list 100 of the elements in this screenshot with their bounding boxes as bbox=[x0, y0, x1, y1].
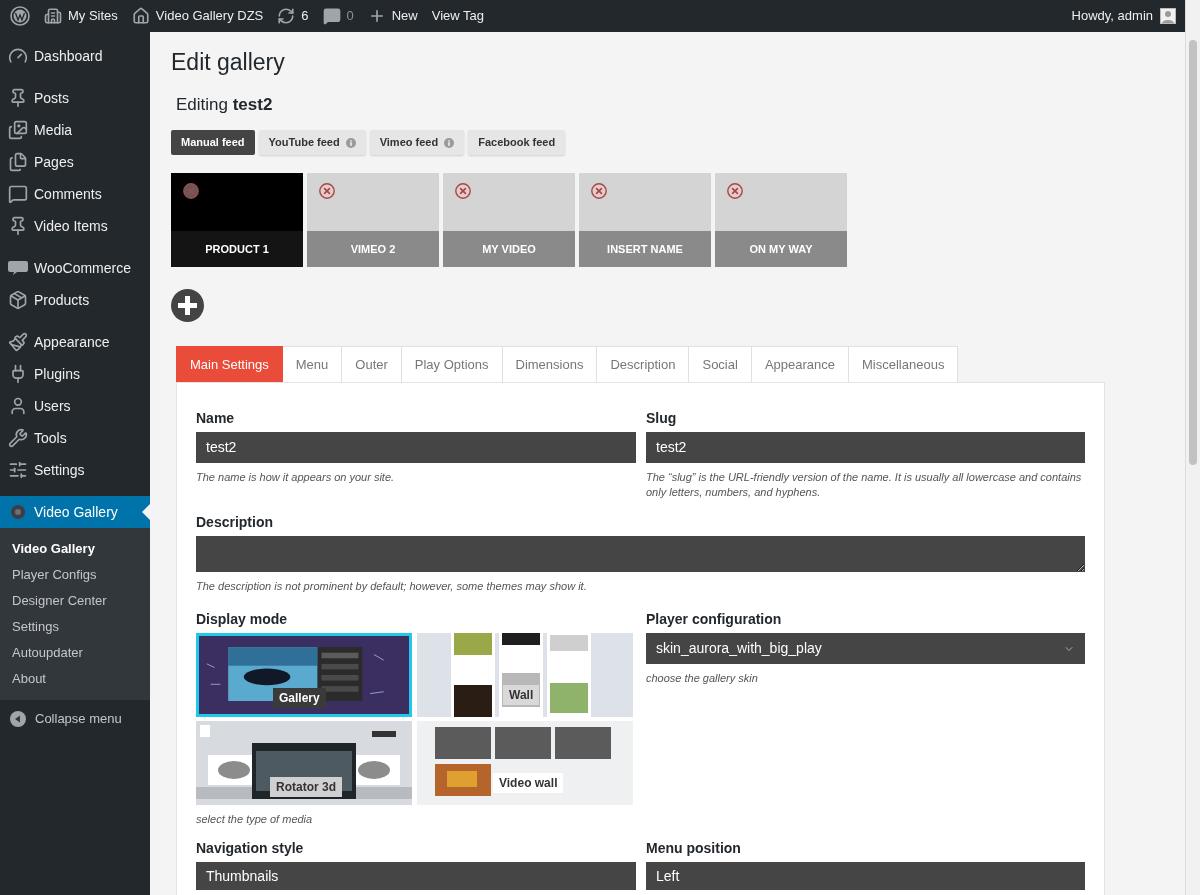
settings-tab[interactable]: Main Settings bbox=[176, 346, 283, 382]
sidebar-item[interactable]: Settings bbox=[0, 454, 150, 486]
delete-icon[interactable] bbox=[319, 183, 335, 199]
settings-tab[interactable]: Miscellaneous bbox=[849, 346, 959, 382]
add-item-button[interactable] bbox=[171, 289, 204, 322]
field-label: Menu position bbox=[646, 839, 742, 857]
feed-button[interactable]: Vimeo feed bbox=[369, 130, 465, 155]
field-hint: The “slug” is the URL-friendly version of the name. It is usually all lowercase and contains only letters, numbers, and hyphens. bbox=[646, 470, 1083, 500]
avatar-icon bbox=[1160, 8, 1176, 24]
settings-tab[interactable]: Outer bbox=[342, 346, 402, 382]
sidebar-item[interactable]: Media bbox=[0, 114, 150, 146]
scrollbar-thumb[interactable] bbox=[1189, 40, 1197, 465]
disc-icon bbox=[11, 505, 25, 519]
feed-button[interactable]: Manual feed bbox=[171, 130, 255, 155]
mode-label: Rotator 3d bbox=[270, 777, 342, 797]
sidebar-item[interactable]: Appearance bbox=[0, 326, 150, 358]
item-title: VIMEO 2 bbox=[307, 231, 439, 267]
speech-bubble-icon bbox=[322, 7, 341, 25]
display-mode-option[interactable]: Wall bbox=[417, 633, 633, 717]
mode-label: Wall bbox=[503, 685, 540, 705]
sliders-icon bbox=[8, 460, 28, 480]
sidebar-item[interactable]: Video Gallery bbox=[0, 496, 150, 528]
item-title: ON MY WAY bbox=[715, 231, 847, 267]
box-icon bbox=[8, 290, 28, 310]
feed-button[interactable]: Facebook feed bbox=[468, 130, 566, 155]
field-label: Name bbox=[196, 409, 236, 427]
display-mode-option[interactable]: Video wall bbox=[417, 721, 633, 805]
submenu-item[interactable]: Video Gallery bbox=[0, 536, 150, 562]
sidebar-item[interactable]: Video Items bbox=[0, 210, 150, 242]
logo-icon[interactable] bbox=[10, 6, 30, 26]
settings-tab[interactable]: Social bbox=[689, 346, 752, 382]
paintbrush-icon bbox=[8, 332, 28, 352]
field-label: Player configuration bbox=[646, 610, 783, 628]
account-link[interactable]: Howdy, admin bbox=[1071, 6, 1176, 26]
item-title: PRODUCT 1 bbox=[171, 231, 303, 267]
speech-bubble-icon bbox=[8, 261, 28, 275]
toolbar-link[interactable]: New bbox=[367, 6, 418, 26]
buildings-icon bbox=[44, 7, 62, 25]
field-label: Description bbox=[196, 513, 274, 531]
mode-label: Gallery bbox=[273, 688, 326, 708]
delete-icon[interactable] bbox=[591, 183, 607, 199]
settings-tab[interactable]: Dimensions bbox=[502, 346, 598, 382]
sidebar-item[interactable]: Posts bbox=[0, 82, 150, 114]
sidebar-item[interactable]: Tools bbox=[0, 422, 150, 454]
delete-icon[interactable] bbox=[183, 183, 199, 199]
field-label: Slug bbox=[646, 409, 678, 427]
item-title: MY VIDEO bbox=[443, 231, 575, 267]
field-hint: The description is not prominent by default; however, some themes may show it. bbox=[196, 579, 588, 594]
page-title: Edit gallery bbox=[171, 48, 286, 76]
submenu-item[interactable]: Player Configs bbox=[0, 562, 150, 588]
field-hint: choose the gallery skin bbox=[646, 671, 759, 686]
images-icon bbox=[8, 120, 28, 140]
gauge-icon bbox=[8, 46, 28, 66]
delete-icon[interactable] bbox=[455, 183, 471, 199]
user-icon bbox=[8, 396, 28, 416]
settings-tab[interactable]: Appearance bbox=[751, 346, 849, 382]
house-icon bbox=[131, 7, 150, 25]
sidebar-item[interactable]: Pages bbox=[0, 146, 150, 178]
sidebar-item[interactable]: Dashboard bbox=[0, 40, 150, 72]
display-mode-option[interactable]: Rotator 3d bbox=[196, 721, 412, 805]
feed-button[interactable]: YouTube feed bbox=[258, 130, 366, 155]
sidebar-item[interactable]: Plugins bbox=[0, 358, 150, 390]
submenu-item[interactable]: Designer Center bbox=[0, 588, 150, 614]
sidebar-item[interactable]: Products bbox=[0, 284, 150, 316]
field-hint: The name is how it appears on your site. bbox=[196, 470, 396, 485]
sidebar-item[interactable]: Comments bbox=[0, 178, 150, 210]
editing-title: Editing test2 bbox=[176, 95, 274, 115]
gallery-item[interactable]: PRODUCT 1 bbox=[171, 173, 303, 267]
pin-icon bbox=[8, 88, 28, 108]
sidebar-item[interactable]: WooCommerce bbox=[0, 252, 150, 284]
field-label: Display mode bbox=[196, 610, 289, 628]
plus-icon bbox=[178, 296, 197, 315]
item-title: INSERT NAME bbox=[579, 231, 711, 267]
collapse-menu-button[interactable]: Collapse menu bbox=[0, 702, 150, 736]
toolbar-link[interactable]: Video Gallery DZS bbox=[131, 6, 264, 26]
delete-icon[interactable] bbox=[727, 183, 743, 199]
submenu-item[interactable]: Autoupdater bbox=[0, 640, 150, 666]
pin-icon bbox=[8, 216, 28, 236]
display-mode-option[interactable]: Gallery bbox=[196, 633, 412, 717]
toolbar-link[interactable]: My Sites bbox=[44, 6, 118, 26]
submenu-item[interactable]: Settings bbox=[0, 614, 150, 640]
settings-tab[interactable]: Menu bbox=[282, 346, 343, 382]
mode-label: Video wall bbox=[493, 773, 564, 793]
speech-bubble-icon bbox=[8, 184, 28, 204]
description-field[interactable] bbox=[196, 536, 1085, 572]
refresh-icon bbox=[277, 7, 296, 25]
settings-tab[interactable]: Description bbox=[597, 346, 690, 382]
settings-tab[interactable]: Play Options bbox=[401, 346, 503, 382]
toolbar-link[interactable]: View Tag bbox=[431, 6, 485, 26]
slug-field[interactable]: test2 bbox=[646, 432, 1085, 463]
field-hint: select the type of media bbox=[196, 812, 314, 827]
menu-position-select[interactable]: Left bbox=[646, 862, 1085, 890]
player-config-select[interactable]: skin_aurora_with_big_play bbox=[646, 633, 1085, 664]
name-field[interactable]: test2 bbox=[196, 432, 636, 463]
toolbar-link[interactable]: 0 bbox=[322, 6, 354, 26]
field-label: Navigation style bbox=[196, 839, 305, 857]
navigation-style-select[interactable]: Thumbnails bbox=[196, 862, 636, 890]
submenu-item[interactable]: About bbox=[0, 666, 150, 692]
toolbar-link[interactable]: 6 bbox=[277, 6, 309, 26]
sidebar-item[interactable]: Users bbox=[0, 390, 150, 422]
